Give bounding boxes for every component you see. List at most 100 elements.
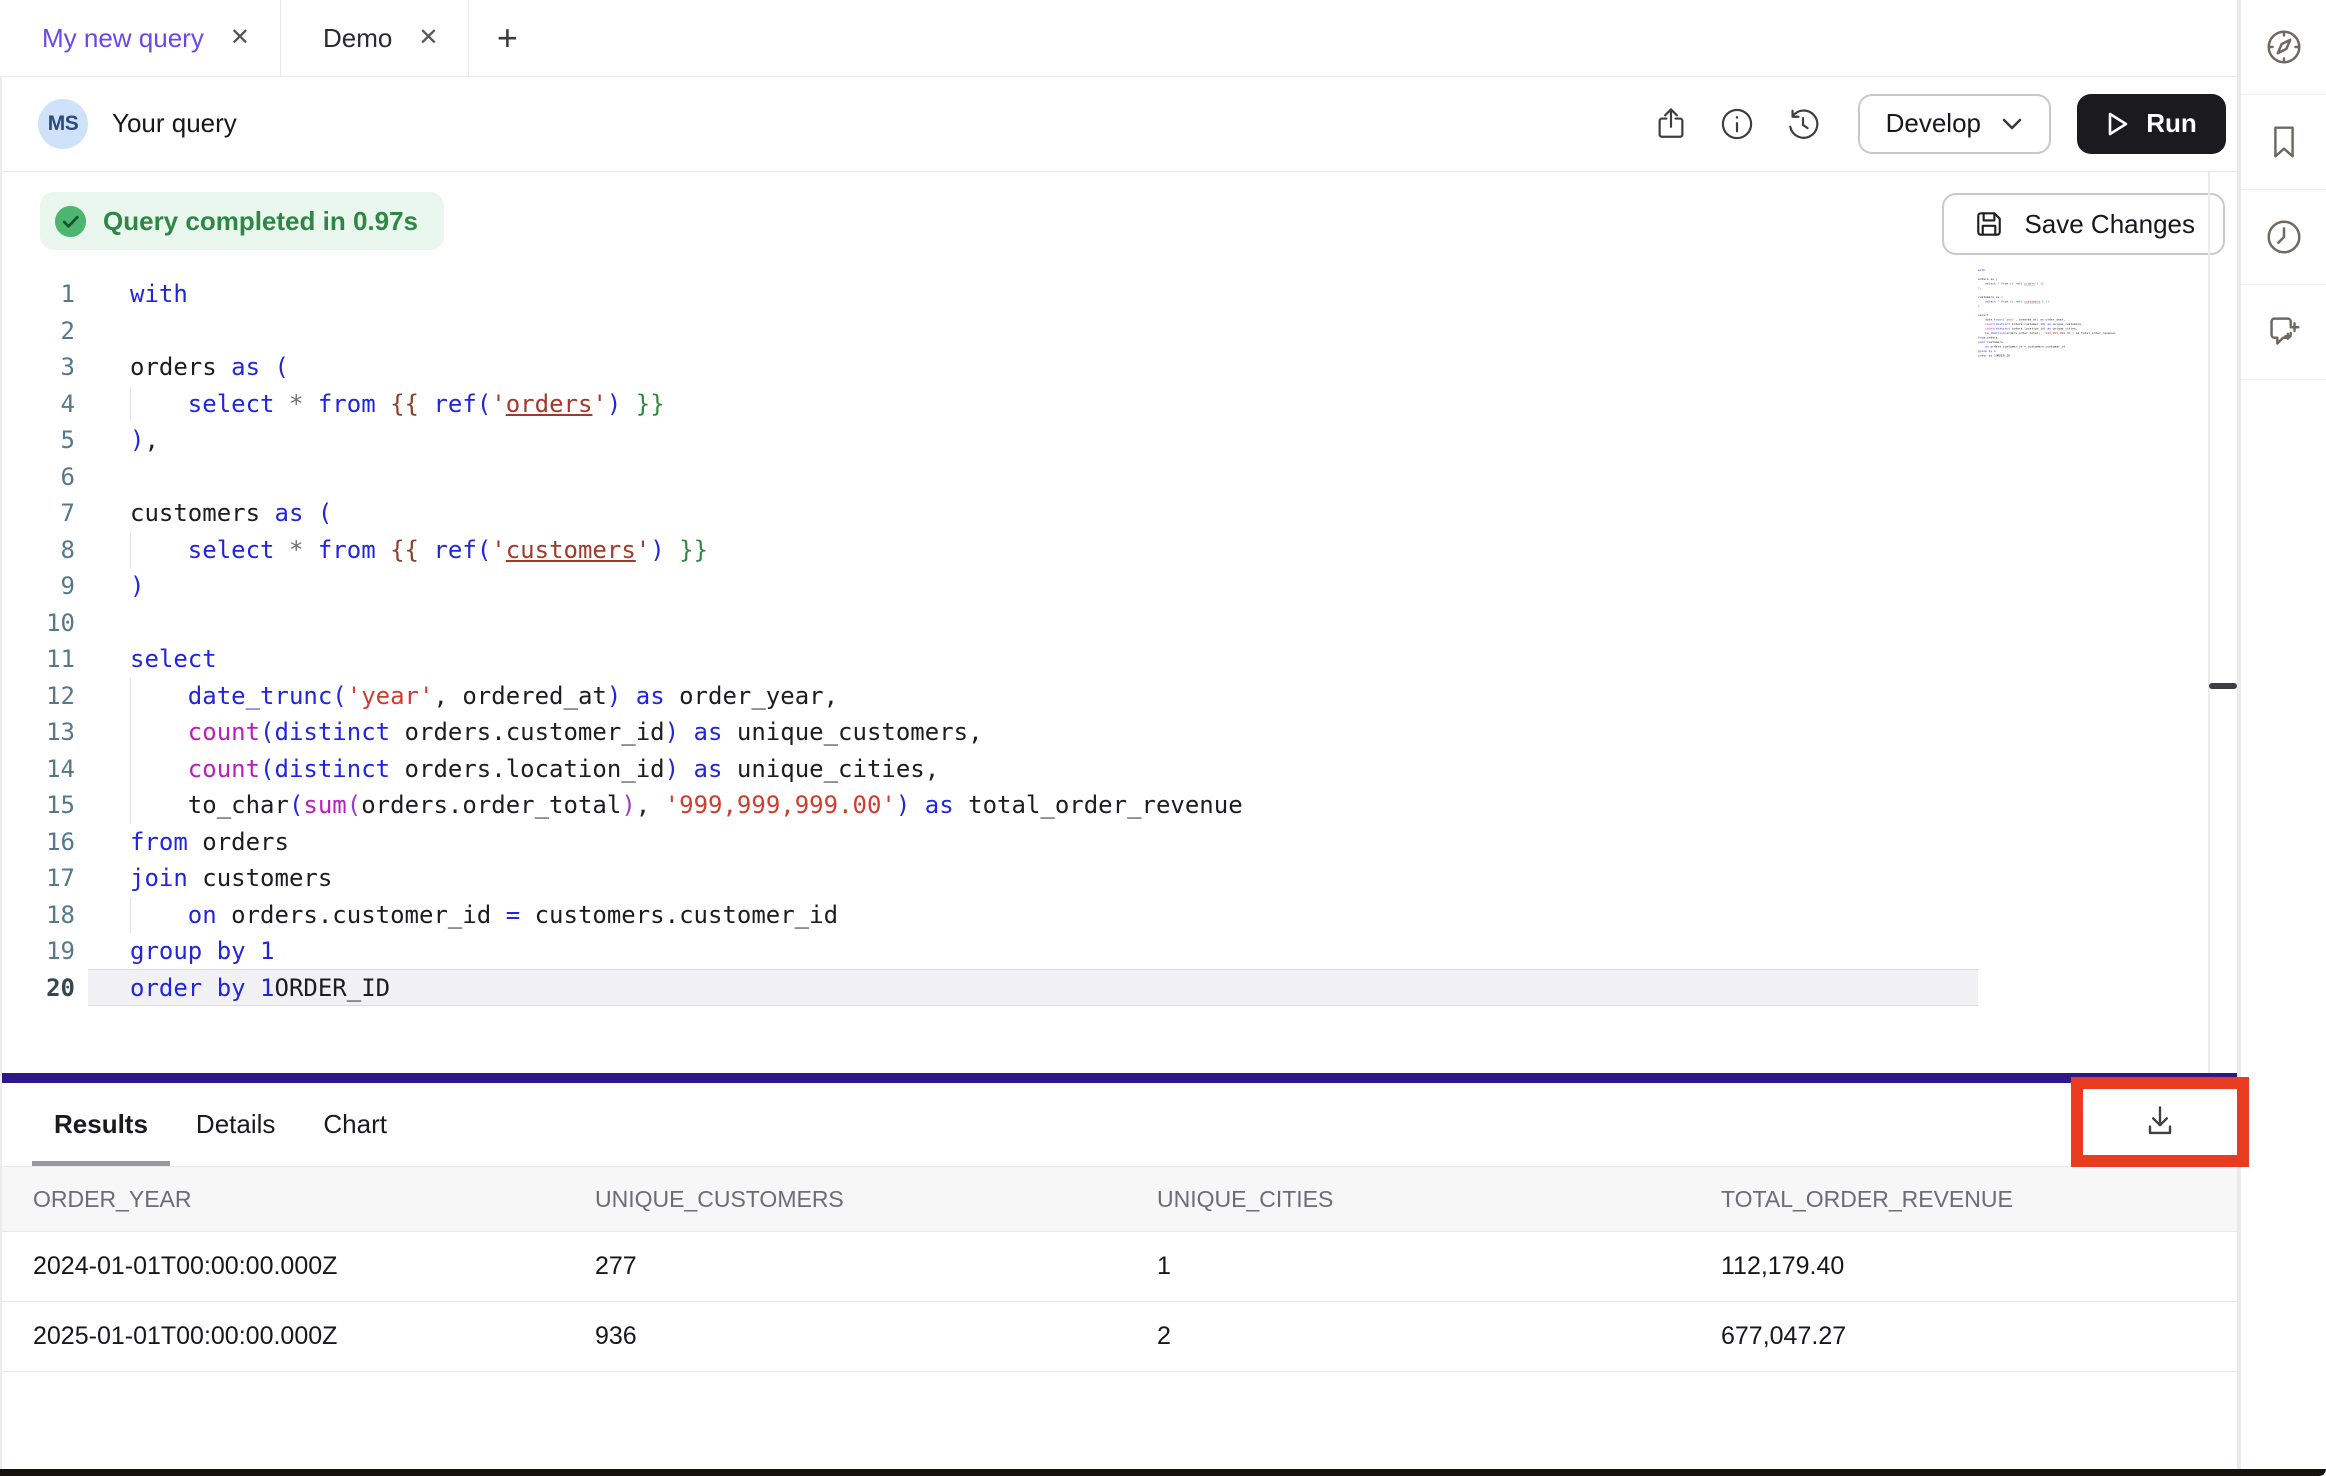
history-button[interactable] (1780, 101, 1826, 147)
table-cell: 2 (1157, 1322, 1721, 1351)
code-line[interactable]: 9) (0, 568, 1997, 605)
annotation-highlight-box (2071, 1077, 2249, 1167)
table-cell: 2025-01-01T00:00:00.000Z (33, 1322, 595, 1351)
code-line[interactable]: 4 select * from {{ ref('orders') }} (0, 386, 1997, 423)
window-bottom-border (0, 1469, 2326, 1476)
line-number: 19 (0, 933, 75, 970)
history-icon (1783, 104, 1823, 144)
share-button[interactable] (1648, 101, 1694, 147)
download-results-button[interactable] (2139, 1102, 2181, 1142)
code-line[interactable]: 13 count(distinct orders.customer_id) as… (0, 714, 1997, 751)
line-number: 3 (0, 349, 75, 386)
line-number: 10 (0, 605, 75, 642)
develop-dropdown[interactable]: Develop (1858, 94, 2051, 154)
table-header: ORDER_YEARUNIQUE_CUSTOMERSUNIQUE_CITIEST… (0, 1166, 2237, 1232)
code-line[interactable]: 8 select * from {{ ref('customers') }} (0, 532, 1997, 569)
table-cell: 277 (595, 1252, 1157, 1281)
indent-guide (130, 678, 131, 715)
code-line[interactable]: 15 to_char(sum(orders.order_total), '999… (0, 787, 1997, 824)
column-header: ORDER_YEAR (33, 1186, 595, 1213)
run-button[interactable]: Run (2077, 94, 2226, 154)
code-line[interactable]: 11select (0, 641, 1997, 678)
editor-minimap[interactable]: withorders as ( select * from {{ ref('or… (1978, 268, 2203, 388)
table-cell: 677,047.27 (1721, 1322, 2237, 1351)
main-panel: My new query ✕ Demo ✕ + MS Your query (0, 0, 2239, 1469)
run-label: Run (2146, 108, 2197, 139)
results-tab-details[interactable]: Details (196, 1083, 275, 1166)
table-cell: 2024-01-01T00:00:00.000Z (33, 1252, 595, 1281)
avatar: MS (38, 99, 88, 149)
ai-chat-icon (2262, 310, 2306, 354)
code-line[interactable]: 5), (0, 422, 1997, 459)
indent-guide (130, 751, 131, 788)
column-header: TOTAL_ORDER_REVENUE (1721, 1186, 2237, 1213)
line-number: 9 (0, 568, 75, 605)
line-number: 13 (0, 714, 75, 751)
code-line[interactable]: 18 on orders.customer_id = customers.cus… (0, 897, 1997, 934)
code-line[interactable]: 1with (0, 276, 1997, 313)
code-line[interactable]: 2 (0, 313, 1997, 350)
line-number: 2 (0, 313, 75, 350)
sql-editor[interactable]: 1with23orders as (4 select * from {{ ref… (0, 172, 2237, 1073)
code-line[interactable]: 12 date_trunc('year', ordered_at) as ord… (0, 678, 1997, 715)
line-number: 18 (0, 897, 75, 934)
results-divider-bar[interactable] (0, 1073, 2237, 1083)
table-cell: 1 (1157, 1252, 1721, 1281)
tab-my-new-query[interactable]: My new query ✕ (0, 0, 281, 76)
column-header: UNIQUE_CUSTOMERS (595, 1186, 1157, 1213)
clock-icon (2263, 216, 2305, 258)
line-number: 16 (0, 824, 75, 861)
code-line[interactable]: 14 count(distinct orders.location_id) as… (0, 751, 1997, 788)
play-icon (2106, 111, 2130, 137)
app-window: My new query ✕ Demo ✕ + MS Your query (0, 0, 2326, 1476)
line-number: 11 (0, 641, 75, 678)
line-number: 14 (0, 751, 75, 788)
column-header: UNIQUE_CITIES (1157, 1186, 1721, 1213)
results-tab-chart[interactable]: Chart (323, 1083, 387, 1166)
line-number: 15 (0, 787, 75, 824)
query-toolbar: MS Your query (0, 76, 2237, 172)
chevron-down-icon (2001, 117, 2023, 131)
close-icon[interactable]: ✕ (230, 26, 250, 50)
code-line[interactable]: 7customers as ( (0, 495, 1997, 532)
close-icon[interactable]: ✕ (418, 26, 438, 50)
code-line[interactable]: 6 (0, 459, 1997, 496)
code-line[interactable]: 3orders as ( (0, 349, 1997, 386)
download-icon (2139, 1102, 2181, 1142)
indent-guide (130, 532, 131, 569)
line-number: 4 (0, 386, 75, 423)
line-number: 8 (0, 532, 75, 569)
window-left-border (0, 76, 2, 1469)
code-line[interactable]: 16from orders (0, 824, 1997, 861)
results-tab-results[interactable]: Results (54, 1083, 148, 1166)
table-row[interactable]: 2025-01-01T00:00:00.000Z9362677,047.27 (0, 1302, 2237, 1372)
sidebar-item-history[interactable] (2241, 190, 2326, 285)
code-line[interactable]: 17join customers (0, 860, 1997, 897)
code-line[interactable]: 20order by 1ORDER_ID (0, 970, 1997, 1007)
code-line[interactable]: 19group by 1 (0, 933, 1997, 970)
line-number: 7 (0, 495, 75, 532)
bookmark-icon (2263, 121, 2305, 163)
sidebar-item-ai-assistant[interactable] (2241, 285, 2326, 380)
info-button[interactable] (1714, 101, 1760, 147)
right-sidebar (2239, 0, 2326, 1469)
table-body: 2024-01-01T00:00:00.000Z2771112,179.4020… (0, 1232, 2237, 1372)
add-tab-button[interactable]: + (469, 0, 545, 76)
code-line[interactable]: 10 (0, 605, 1997, 642)
compass-icon (2263, 26, 2305, 68)
develop-label: Develop (1886, 108, 1981, 139)
sidebar-item-bookmarks[interactable] (2241, 95, 2326, 190)
line-number: 20 (0, 970, 75, 1007)
line-number: 17 (0, 860, 75, 897)
line-number: 6 (0, 459, 75, 496)
tab-demo[interactable]: Demo ✕ (281, 0, 469, 76)
sidebar-item-explore[interactable] (2241, 0, 2326, 95)
indent-guide (130, 897, 131, 934)
code-area[interactable]: 1with23orders as (4 select * from {{ ref… (0, 276, 1997, 1006)
table-cell: 112,179.40 (1721, 1252, 2237, 1281)
tab-label: Demo (323, 23, 392, 54)
panel-drag-handle[interactable] (2209, 683, 2237, 689)
editor-tab-bar: My new query ✕ Demo ✕ + (0, 0, 2237, 77)
table-row[interactable]: 2024-01-01T00:00:00.000Z2771112,179.40 (0, 1232, 2237, 1302)
indent-guide (130, 714, 131, 751)
